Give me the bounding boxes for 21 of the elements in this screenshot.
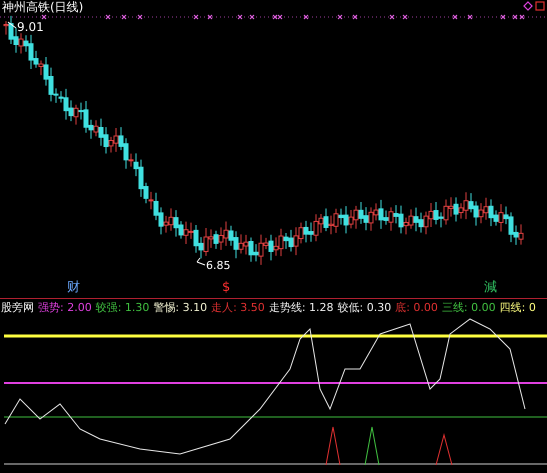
- legend-value: 较低: 0.30: [338, 300, 392, 314]
- indicator-name: 股旁网: [1, 300, 34, 314]
- signal-marker: 減: [484, 280, 497, 296]
- legend-value: 三线: 0.00: [442, 300, 496, 314]
- legend-value: 走人: 3.50: [211, 300, 265, 314]
- low-price-label: 6.85: [196, 258, 230, 272]
- square-icon[interactable]: [535, 1, 545, 11]
- signal-marker: $: [222, 280, 230, 296]
- legend-value: 底: 0.00: [395, 300, 438, 314]
- chart-title: 神州高铁(日线): [2, 0, 84, 14]
- signal-spike: [364, 426, 380, 466]
- signal-spike: [326, 426, 340, 466]
- legend-value: 较强: 1.30: [96, 300, 150, 314]
- legend-value: 强势: 2.00: [38, 300, 92, 314]
- legend-value: 警惕: 3.10: [153, 300, 208, 314]
- signal-marker: 财: [67, 280, 80, 296]
- legend-value: 四线: 0: [500, 300, 536, 314]
- high-price-label: 9.01: [8, 20, 44, 34]
- legend-value: 走势线: 1.28: [268, 300, 334, 314]
- diamond-icon[interactable]: [523, 1, 533, 11]
- signal-spike: [436, 433, 452, 466]
